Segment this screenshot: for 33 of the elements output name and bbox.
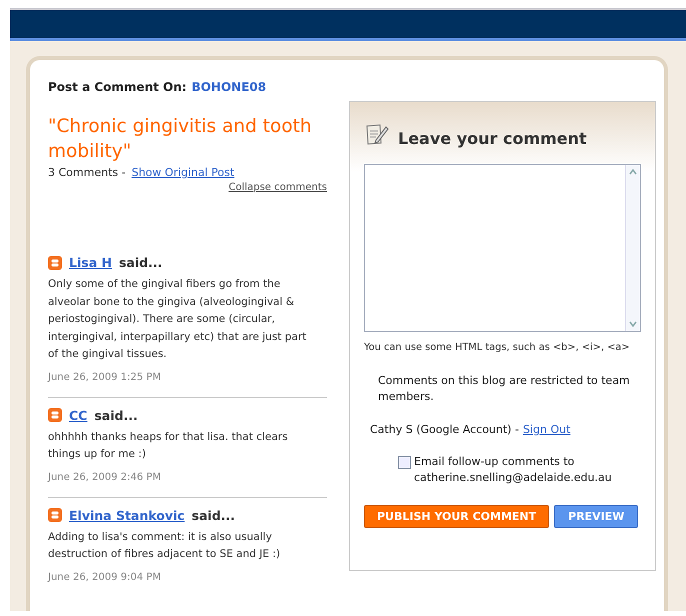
author-link[interactable]: Lisa H bbox=[69, 255, 112, 270]
comment-time: June 26, 2009 9:04 PM bbox=[48, 572, 162, 582]
collapse-comments-link[interactable]: Collapse comments bbox=[48, 182, 327, 193]
comment-textarea[interactable] bbox=[364, 164, 641, 332]
blogger-icon bbox=[48, 508, 62, 522]
said-label: said... bbox=[94, 408, 138, 422]
account-label: Cathy S (Google Account) - bbox=[370, 423, 519, 436]
said-label: said... bbox=[118, 255, 162, 270]
post-comment-label: Post a Comment On: bbox=[48, 80, 187, 94]
sign-out-link[interactable]: Sign Out bbox=[522, 423, 570, 436]
comment-time: June 26, 2009 2:46 PM bbox=[48, 472, 162, 482]
comment-body: ohhhhh thanks heaps for that lisa. that clears things up for me :) bbox=[48, 430, 289, 462]
scrollbar[interactable] bbox=[625, 165, 640, 331]
restriction-note: Comments on this blog are restricted to team members. bbox=[378, 373, 631, 405]
email-checkbox[interactable] bbox=[398, 456, 411, 469]
form-heading: Leave your comment bbox=[398, 129, 587, 148]
preview-button[interactable]: PREVIEW bbox=[554, 505, 638, 528]
comment-body: Adding to lisa's comment: it is also usually destruction of fibres adjacent to SE and JE :) bbox=[48, 530, 282, 562]
show-original-link[interactable]: Show Original Post bbox=[132, 166, 234, 179]
comment-count: 3 Comments - bbox=[48, 166, 126, 179]
blogger-icon bbox=[48, 408, 62, 422]
author-link[interactable]: CC bbox=[69, 408, 88, 422]
post-title: "Chronic gingivitis and tooth mobility" bbox=[48, 115, 313, 164]
email-address: catherine.snelling@adelaide.edu.au bbox=[414, 470, 612, 486]
publish-button[interactable]: PUBLISH YOUR COMMENT bbox=[364, 505, 550, 528]
comment-time: June 26, 2009 1:25 PM bbox=[48, 372, 162, 382]
said-label: said... bbox=[192, 508, 236, 522]
author-link[interactable]: Elvina Stankovic bbox=[69, 508, 185, 522]
html-hint: You can use some HTML tags, such as <b>, <i>, <a> bbox=[364, 342, 631, 353]
comment-body: Only some of the gingival fibers go from the alveolar bone to the gingiva (alveologingival & periostogingival). There are some (circular, intergingival, interpapillary etc) that are just part of the gingival tissues. bbox=[48, 277, 308, 362]
blog-name: BOHONE08 bbox=[192, 80, 266, 94]
email-followup-label: Email follow-up comments to bbox=[414, 454, 576, 470]
blogger-icon bbox=[48, 256, 62, 270]
